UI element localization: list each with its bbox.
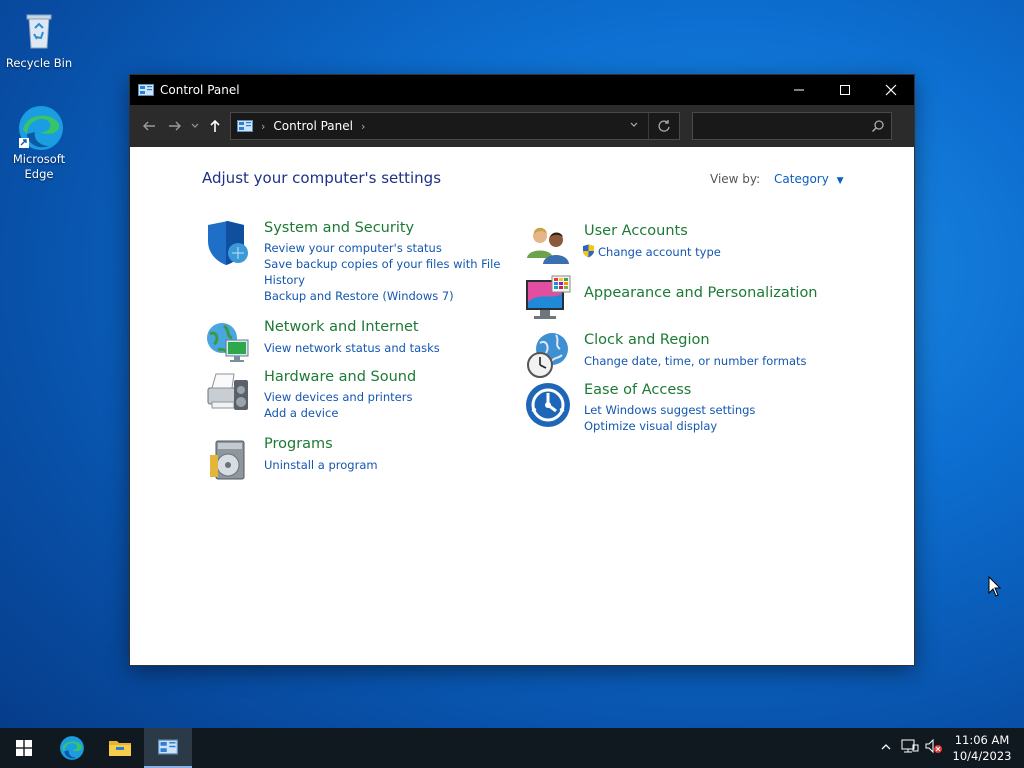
breadcrumb-separator[interactable]: › bbox=[361, 120, 365, 133]
appearance-monitor-icon bbox=[524, 274, 572, 322]
link-review-status[interactable]: Review your computer's status bbox=[264, 240, 500, 256]
windows-logo-icon bbox=[16, 740, 32, 756]
category-appearance: Appearance and Personalization bbox=[524, 274, 818, 322]
category-clock-region: Clock and Region Change date, time, or n… bbox=[524, 331, 807, 379]
link-change-date-time[interactable]: Change date, time, or number formats bbox=[584, 353, 807, 369]
category-title[interactable]: User Accounts bbox=[584, 222, 721, 241]
refresh-button[interactable] bbox=[648, 113, 679, 139]
control-panel-icon bbox=[158, 739, 178, 755]
network-status-button[interactable] bbox=[898, 738, 922, 758]
link-optimize-visual[interactable]: Optimize visual display bbox=[584, 418, 755, 434]
forward-button[interactable] bbox=[162, 113, 188, 139]
search-input[interactable] bbox=[692, 112, 892, 140]
category-title[interactable]: Appearance and Personalization bbox=[584, 284, 818, 303]
ease-of-access-icon bbox=[524, 381, 572, 429]
view-by-control: View by: Category ▼ bbox=[710, 172, 844, 186]
category-title[interactable]: Hardware and Sound bbox=[264, 368, 416, 387]
network-wired-icon bbox=[901, 739, 919, 753]
desktop-icon-recycle-bin[interactable]: Recycle Bin bbox=[4, 8, 74, 71]
category-title[interactable]: Network and Internet bbox=[264, 318, 440, 337]
link-file-history-cont[interactable]: History bbox=[264, 272, 500, 288]
close-button[interactable] bbox=[868, 75, 914, 105]
title-bar[interactable]: Control Panel bbox=[130, 75, 914, 105]
minimize-button[interactable] bbox=[776, 75, 822, 105]
clock-date: 10/4/2023 bbox=[952, 749, 1012, 763]
printer-icon bbox=[204, 368, 252, 416]
show-hidden-icons-button[interactable] bbox=[874, 741, 898, 756]
category-network-internet: Network and Internet View network status… bbox=[204, 318, 440, 366]
clock-time: 11:06 AM bbox=[954, 733, 1010, 747]
desktop-icon-edge[interactable]: Microsoft Edge bbox=[4, 104, 74, 182]
category-ease-of-access: Ease of Access Let Windows suggest setti… bbox=[524, 381, 755, 434]
category-system-security: System and Security Review your computer… bbox=[204, 219, 500, 304]
desktop-icon-label: Recycle Bin bbox=[5, 56, 73, 70]
link-network-status[interactable]: View network status and tasks bbox=[264, 340, 440, 356]
link-backup-restore[interactable]: Backup and Restore (Windows 7) bbox=[264, 288, 500, 304]
link-add-device[interactable]: Add a device bbox=[264, 405, 416, 421]
taskbar-file-explorer[interactable] bbox=[96, 728, 144, 768]
taskbar: 11:06 AM 10/4/2023 bbox=[0, 728, 1024, 768]
arrow-up-icon bbox=[210, 119, 220, 132]
desktop-icon-label: Microsoft Edge bbox=[12, 152, 66, 181]
category-hardware-sound: Hardware and Sound View devices and prin… bbox=[204, 368, 416, 421]
category-title[interactable]: Programs bbox=[264, 435, 378, 454]
folder-icon bbox=[109, 741, 131, 756]
chevron-up-icon bbox=[881, 743, 891, 749]
taskbar-clock[interactable]: 11:06 AM 10/4/2023 bbox=[946, 732, 1018, 764]
control-panel-window: Control Panel › Control Panel › Adjust y… bbox=[130, 75, 914, 665]
chevron-down-icon bbox=[191, 123, 199, 128]
link-windows-suggest[interactable]: Let Windows suggest settings bbox=[584, 402, 755, 418]
link-uninstall-program[interactable]: Uninstall a program bbox=[264, 457, 378, 473]
category-programs: Programs Uninstall a program bbox=[204, 435, 378, 483]
breadcrumb-separator[interactable]: › bbox=[261, 120, 265, 133]
network-globe-icon bbox=[204, 318, 252, 366]
address-bar[interactable]: › Control Panel › bbox=[230, 112, 680, 140]
back-button[interactable] bbox=[136, 113, 162, 139]
address-dropdown-button[interactable] bbox=[620, 120, 648, 133]
control-panel-icon bbox=[237, 120, 253, 132]
edge-icon bbox=[60, 736, 84, 760]
mouse-cursor-icon bbox=[988, 575, 1002, 602]
search-icon bbox=[871, 120, 884, 133]
category-title[interactable]: System and Security bbox=[264, 219, 500, 238]
shield-icon bbox=[204, 219, 252, 267]
category-user-accounts: User Accounts Change account type bbox=[524, 222, 721, 270]
category-title[interactable]: Ease of Access bbox=[584, 381, 755, 400]
recent-locations-button[interactable] bbox=[188, 113, 202, 139]
system-tray: 11:06 AM 10/4/2023 bbox=[874, 728, 1024, 768]
control-panel-icon bbox=[138, 84, 154, 96]
arrow-left-icon bbox=[143, 121, 155, 131]
navigation-toolbar: › Control Panel › bbox=[130, 105, 914, 147]
breadcrumb-control-panel[interactable]: Control Panel bbox=[273, 119, 353, 133]
refresh-icon bbox=[658, 120, 670, 132]
link-change-account-type[interactable]: Change account type bbox=[598, 245, 721, 259]
close-icon bbox=[885, 84, 897, 96]
minimize-icon bbox=[794, 89, 804, 91]
speaker-muted-icon bbox=[925, 738, 942, 754]
chevron-down-icon bbox=[630, 122, 638, 127]
start-button[interactable] bbox=[0, 728, 48, 768]
clock-globe-icon bbox=[524, 331, 572, 379]
page-title: Adjust your computer's settings bbox=[202, 169, 442, 187]
maximize-button[interactable] bbox=[822, 75, 868, 105]
recycle-bin-icon bbox=[17, 8, 61, 52]
control-panel-content: Adjust your computer's settings View by:… bbox=[130, 147, 914, 665]
view-by-dropdown[interactable]: Category bbox=[774, 172, 829, 186]
maximize-icon bbox=[840, 85, 850, 95]
edge-icon bbox=[17, 104, 63, 150]
up-button[interactable] bbox=[202, 113, 228, 139]
users-icon bbox=[524, 222, 572, 270]
category-title[interactable]: Clock and Region bbox=[584, 331, 807, 350]
programs-icon bbox=[204, 435, 252, 483]
view-by-label: View by: bbox=[710, 172, 761, 186]
uac-shield-icon bbox=[582, 244, 595, 262]
arrow-right-icon bbox=[169, 121, 181, 131]
taskbar-control-panel[interactable] bbox=[144, 728, 192, 768]
window-title: Control Panel bbox=[160, 83, 240, 97]
volume-button[interactable] bbox=[922, 738, 946, 758]
chevron-down-icon[interactable]: ▼ bbox=[837, 176, 844, 186]
taskbar-edge[interactable] bbox=[48, 728, 96, 768]
link-file-history[interactable]: Save backup copies of your files with Fi… bbox=[264, 256, 500, 272]
link-devices-printers[interactable]: View devices and printers bbox=[264, 389, 416, 405]
